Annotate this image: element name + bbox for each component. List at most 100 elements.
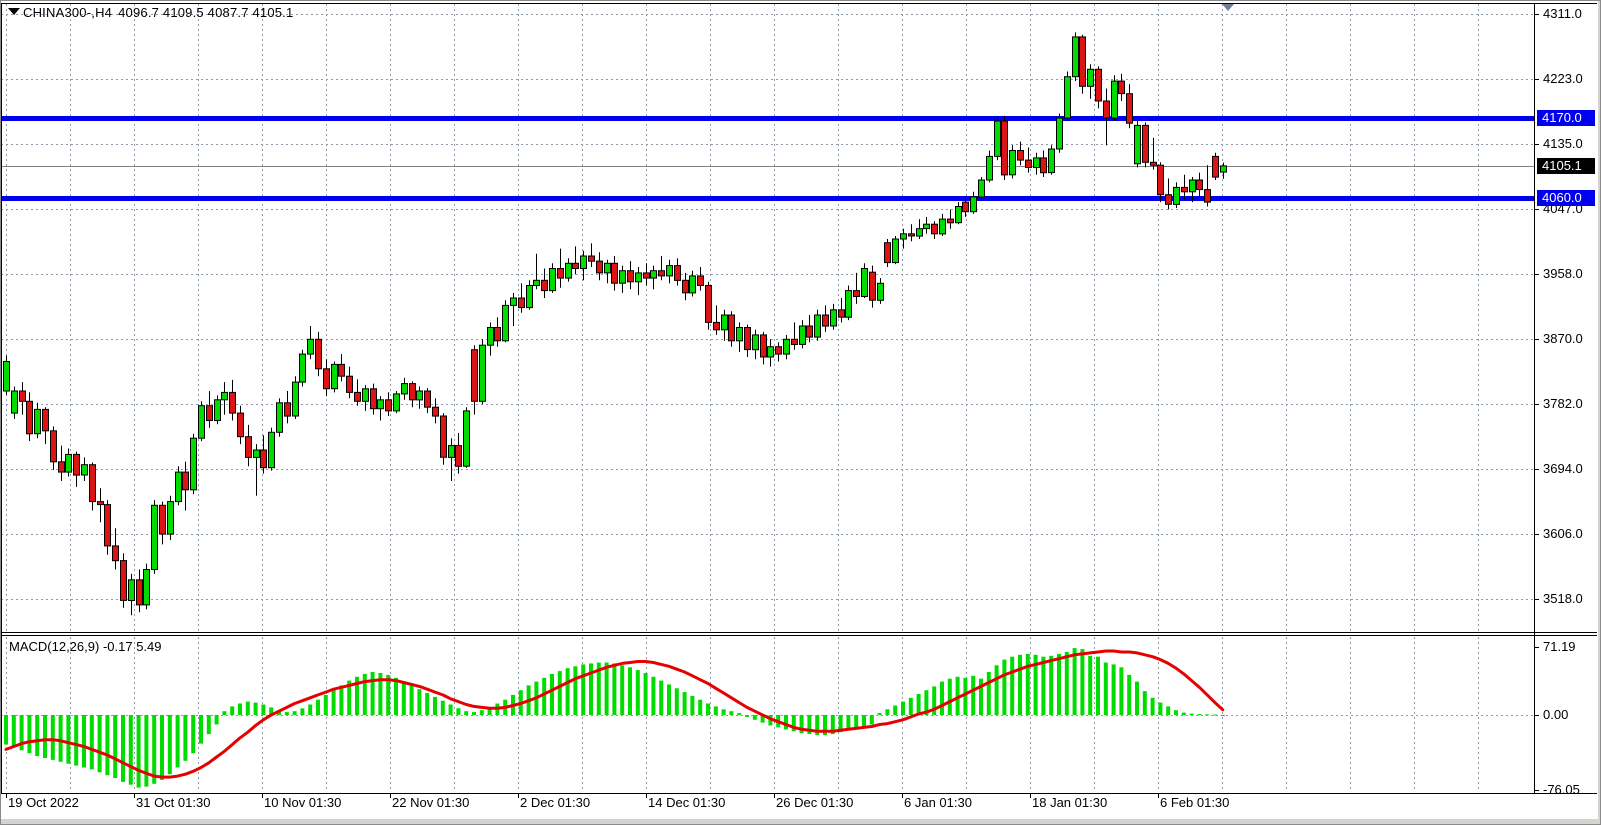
mt4-chart-window: CHINA300-,H44096.7 4109.5 4087.7 4105.1 … xyxy=(0,0,1601,825)
candle-bear xyxy=(246,437,252,458)
macd-histogram-bar xyxy=(963,678,967,715)
candle-bear xyxy=(1096,69,1102,101)
candle-bear xyxy=(183,472,189,490)
macd-histogram-bar xyxy=(215,715,219,725)
candle-bear xyxy=(121,561,127,601)
macd-histogram-bar xyxy=(12,715,16,748)
candle-bull xyxy=(449,446,455,458)
candle-bull xyxy=(168,502,174,534)
macd-histogram-bar xyxy=(987,672,991,715)
candle-bull xyxy=(277,403,283,433)
macd-signal-value: 5.49 xyxy=(136,639,161,654)
macd-histogram-bar xyxy=(1166,706,1170,715)
macd-histogram-bar xyxy=(1205,714,1209,715)
macd-histogram-bar xyxy=(737,713,741,715)
candle-bull xyxy=(1034,158,1040,168)
candle-bear xyxy=(714,322,720,329)
macd-histogram-bar xyxy=(566,668,570,715)
candle-bull xyxy=(979,180,985,197)
candle-bear xyxy=(74,454,80,475)
time-axis-label: 6 Feb 01:30 xyxy=(1160,795,1229,810)
macd-histogram-bar xyxy=(1049,656,1053,715)
candle-bull xyxy=(893,239,899,263)
symbol-dropdown-icon[interactable] xyxy=(8,8,20,15)
candle-bull xyxy=(35,409,41,433)
candle-bear xyxy=(698,276,704,286)
macd-histogram-bar xyxy=(152,715,156,784)
macd-histogram-bar xyxy=(472,712,476,715)
macd-histogram-bar xyxy=(59,715,63,762)
candle-bull xyxy=(1135,125,1141,163)
macd-histogram-bar xyxy=(176,715,180,768)
macd-histogram-bar xyxy=(620,665,624,715)
macd-histogram-bar xyxy=(261,705,265,716)
price-axis-label: 4223.0 xyxy=(1543,71,1583,86)
macd-histogram-bar xyxy=(285,712,289,715)
price-tag-resistance[interactable]: 4170.0 xyxy=(1537,110,1595,126)
candle-bull xyxy=(293,382,299,416)
macd-histogram-bar xyxy=(573,666,577,715)
candle-bull xyxy=(332,364,338,388)
candle-bear xyxy=(472,350,478,402)
candle-bear xyxy=(316,339,322,369)
macd-histogram-bar xyxy=(1002,660,1006,715)
price-axis-label: 4135.0 xyxy=(1543,136,1583,151)
macd-histogram-bar xyxy=(121,715,125,782)
macd-histogram-bar xyxy=(456,708,460,715)
macd-histogram-bar xyxy=(1096,657,1100,715)
candle-bear xyxy=(1002,121,1008,175)
macd-histogram-bar xyxy=(160,715,164,780)
macd-histogram-bar xyxy=(1104,663,1108,716)
macd-histogram-bar xyxy=(464,711,468,715)
candle-bear xyxy=(238,413,244,437)
macd-histogram-bar xyxy=(480,710,484,715)
candle-bear xyxy=(1151,162,1157,165)
candle-bull xyxy=(144,570,150,605)
macd-histogram-bar xyxy=(784,715,788,729)
candle-bull xyxy=(269,432,275,467)
price-tag-support[interactable]: 4060.0 xyxy=(1537,190,1595,206)
macd-histogram-bar xyxy=(410,685,414,715)
candle-bull xyxy=(152,505,158,569)
candle-bear xyxy=(1205,190,1211,203)
macd-histogram-bar xyxy=(729,711,733,715)
candle-bull xyxy=(4,362,10,392)
time-axis-label: 14 Dec 01:30 xyxy=(648,795,725,810)
macd-histogram-bar xyxy=(144,715,148,787)
candle-bull xyxy=(464,411,470,466)
candle-bear xyxy=(932,224,938,234)
candle-bull xyxy=(488,328,494,346)
time-axis-label: 6 Jan 01:30 xyxy=(904,795,972,810)
macd-histogram-bar xyxy=(893,706,897,716)
macd-histogram-bar xyxy=(550,674,554,715)
macd-histogram-bar xyxy=(651,677,655,715)
candle-bull xyxy=(846,291,852,318)
macd-main-value: -0.17 xyxy=(103,639,133,654)
candle-bear xyxy=(59,462,65,472)
candle-bull xyxy=(1088,69,1094,86)
time-axis-label: 10 Nov 01:30 xyxy=(264,795,341,810)
macd-histogram-bar xyxy=(27,715,31,753)
macd-histogram-bar xyxy=(1018,655,1022,715)
candle-bear xyxy=(870,272,876,300)
macd-histogram-bar xyxy=(659,681,663,715)
candle-bull xyxy=(917,229,923,236)
macd-histogram-bar xyxy=(612,663,616,715)
macd-histogram-bar xyxy=(222,711,226,715)
candle-bull xyxy=(971,197,977,212)
candle-bear xyxy=(597,261,603,273)
candle-bull xyxy=(1010,151,1016,175)
candle-bear xyxy=(1158,165,1164,195)
candle-bear xyxy=(885,243,891,263)
candle-bull xyxy=(924,224,930,228)
chart-canvas[interactable] xyxy=(1,1,1601,825)
candle-bull xyxy=(987,156,993,180)
candle-bear xyxy=(823,315,829,326)
macd-histogram-bar xyxy=(714,706,718,715)
macd-histogram-bar xyxy=(995,665,999,715)
candle-bull xyxy=(636,273,642,282)
candle-bull xyxy=(901,234,907,239)
candle-bear xyxy=(51,431,57,462)
candle-bear xyxy=(441,416,447,457)
macd-histogram-bar xyxy=(581,664,585,715)
